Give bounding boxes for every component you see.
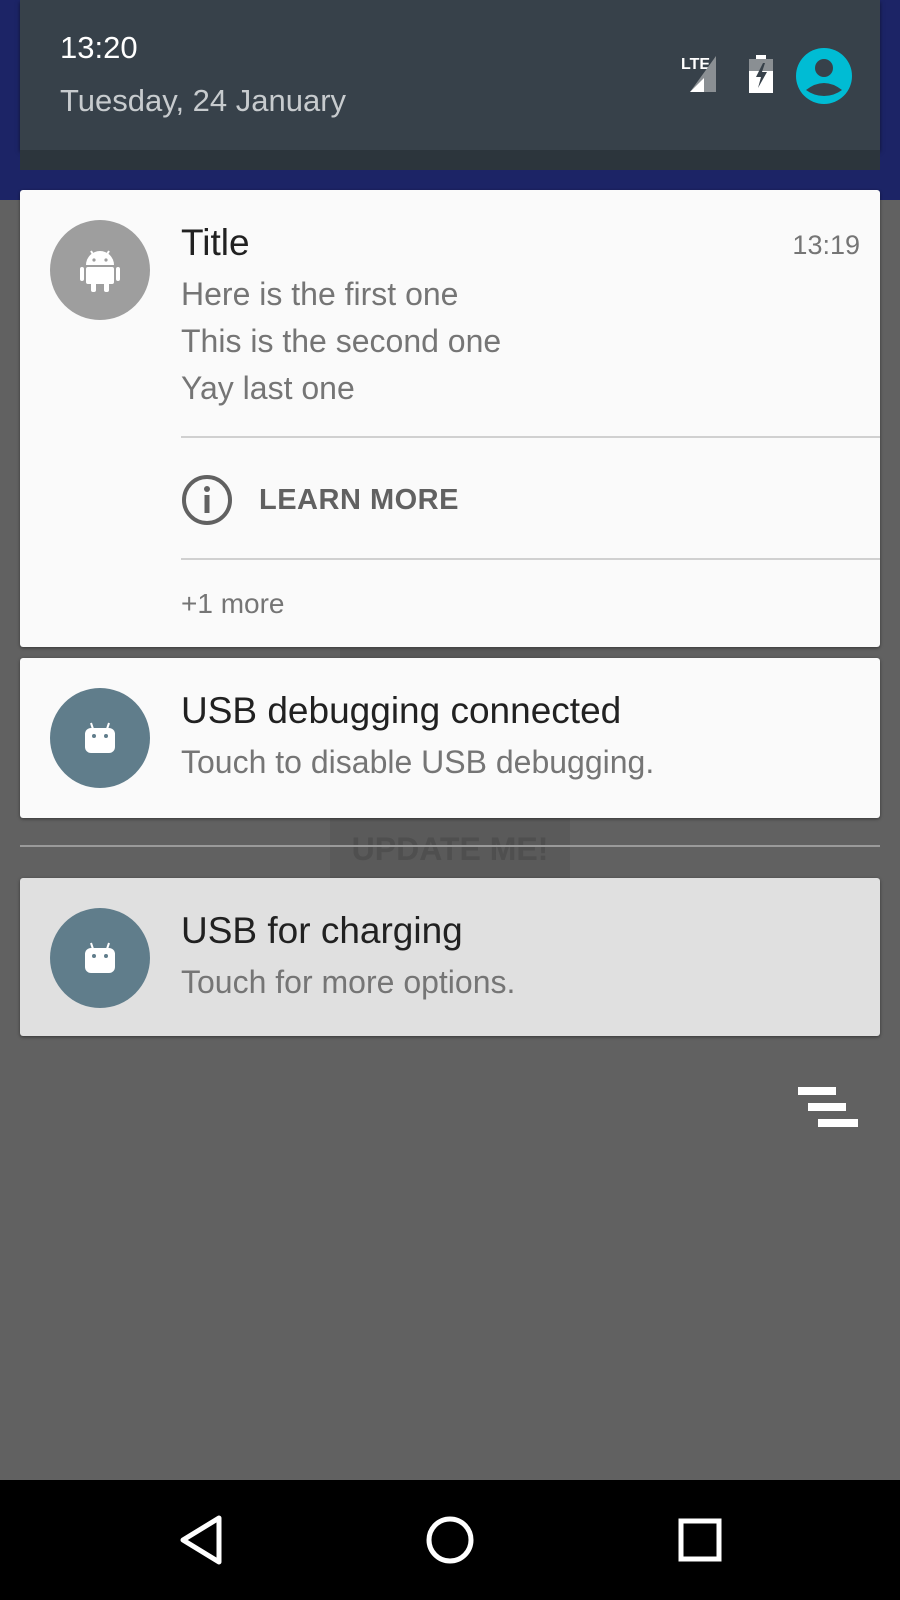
overflow-divider <box>181 558 880 560</box>
navigation-bar <box>0 1480 900 1600</box>
android-icon <box>80 250 120 292</box>
app-icon <box>50 220 150 320</box>
more-count: +1 more <box>181 588 285 619</box>
notification-text: Touch to disable USB debugging. <box>181 744 655 780</box>
home-button[interactable] <box>410 1500 490 1580</box>
clock[interactable]: 13:20 <box>60 30 138 66</box>
notification-card-title[interactable]: Title 13:19 Here is the first one This i… <box>20 190 880 647</box>
notification-line: This is the second one <box>181 323 502 359</box>
user-avatar-icon[interactable] <box>796 48 852 104</box>
quick-settings-handle[interactable] <box>20 150 880 170</box>
update-me-button[interactable]: UPDATE ME! <box>330 818 570 880</box>
quick-settings-header[interactable]: 13:20 Tuesday, 24 January LTE <box>20 0 880 150</box>
clear-all-icon[interactable] <box>798 1087 858 1131</box>
background-button-edge <box>340 648 560 658</box>
notification-card-usb-debugging[interactable]: USB debugging connected Touch to disable… <box>20 658 880 818</box>
notification-title: Title <box>181 222 250 263</box>
app-icon <box>50 908 150 1008</box>
battery-charging-icon <box>749 55 773 93</box>
notification-line: Yay last one <box>181 370 355 406</box>
android-head-icon <box>85 722 115 753</box>
action-divider <box>181 436 880 438</box>
notification-card-usb-charging[interactable]: USB for charging Touch for more options. <box>20 878 880 1036</box>
android-head-icon <box>85 942 115 973</box>
recents-icon <box>678 1518 722 1562</box>
learn-more-button[interactable]: LEARN MORE <box>181 474 459 526</box>
back-button[interactable] <box>161 1500 241 1580</box>
home-icon <box>426 1516 474 1564</box>
notification-text: Touch for more options. <box>181 964 516 1000</box>
info-icon <box>182 475 232 525</box>
recents-button[interactable] <box>660 1500 740 1580</box>
learn-more-label: LEARN MORE <box>259 483 459 516</box>
app-icon <box>50 688 150 788</box>
notification-title: USB debugging connected <box>181 690 622 731</box>
notification-line: Here is the first one <box>181 276 459 312</box>
date[interactable]: Tuesday, 24 January <box>60 83 346 119</box>
section-divider <box>20 845 880 847</box>
notification-title: USB for charging <box>181 910 463 951</box>
back-icon <box>180 1515 222 1565</box>
signal-icon <box>690 56 716 92</box>
notification-time: 13:19 <box>792 230 860 260</box>
